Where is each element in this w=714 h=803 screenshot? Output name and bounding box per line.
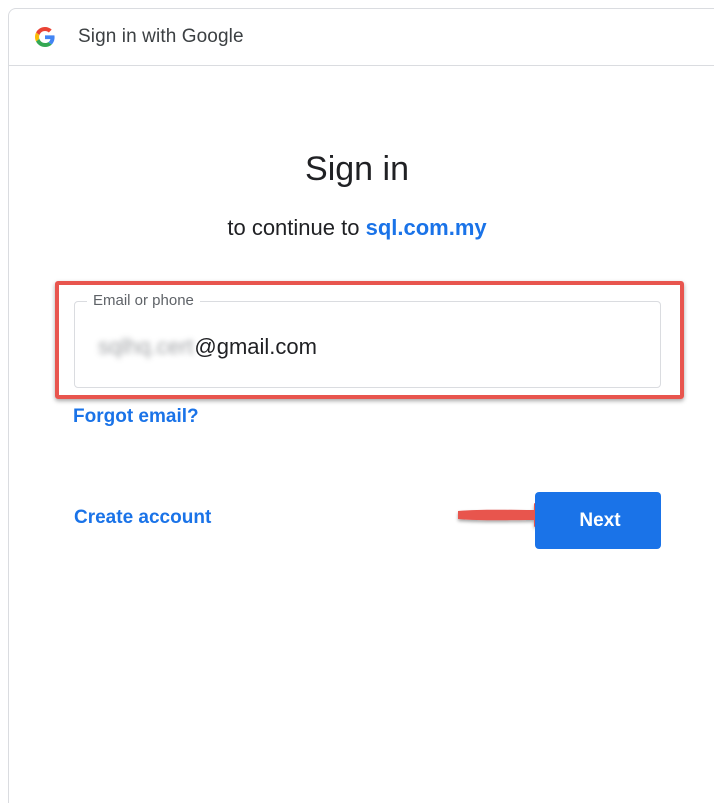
page-title: Sign in: [305, 150, 409, 188]
window-title: Sign in with Google: [78, 26, 244, 47]
email-visible-part: @gmail.com: [194, 334, 317, 359]
create-account-link[interactable]: Create account: [74, 507, 211, 529]
email-field-value[interactable]: sqlhq.cert @gmail.com: [98, 334, 317, 360]
subtitle-prefix: to continue to: [227, 215, 360, 240]
email-field-label: Email or phone: [87, 292, 200, 309]
forgot-email-link[interactable]: Forgot email?: [73, 406, 199, 428]
google-g-icon: [35, 27, 55, 47]
email-obscured-part: sqlhq.cert: [98, 334, 194, 359]
page-subtitle: to continue to sql.com.my: [0, 215, 714, 241]
subtitle-domain: sql.com.my: [365, 215, 487, 240]
next-button[interactable]: Next: [535, 492, 661, 549]
title-bar: Sign in with Google: [9, 9, 714, 66]
